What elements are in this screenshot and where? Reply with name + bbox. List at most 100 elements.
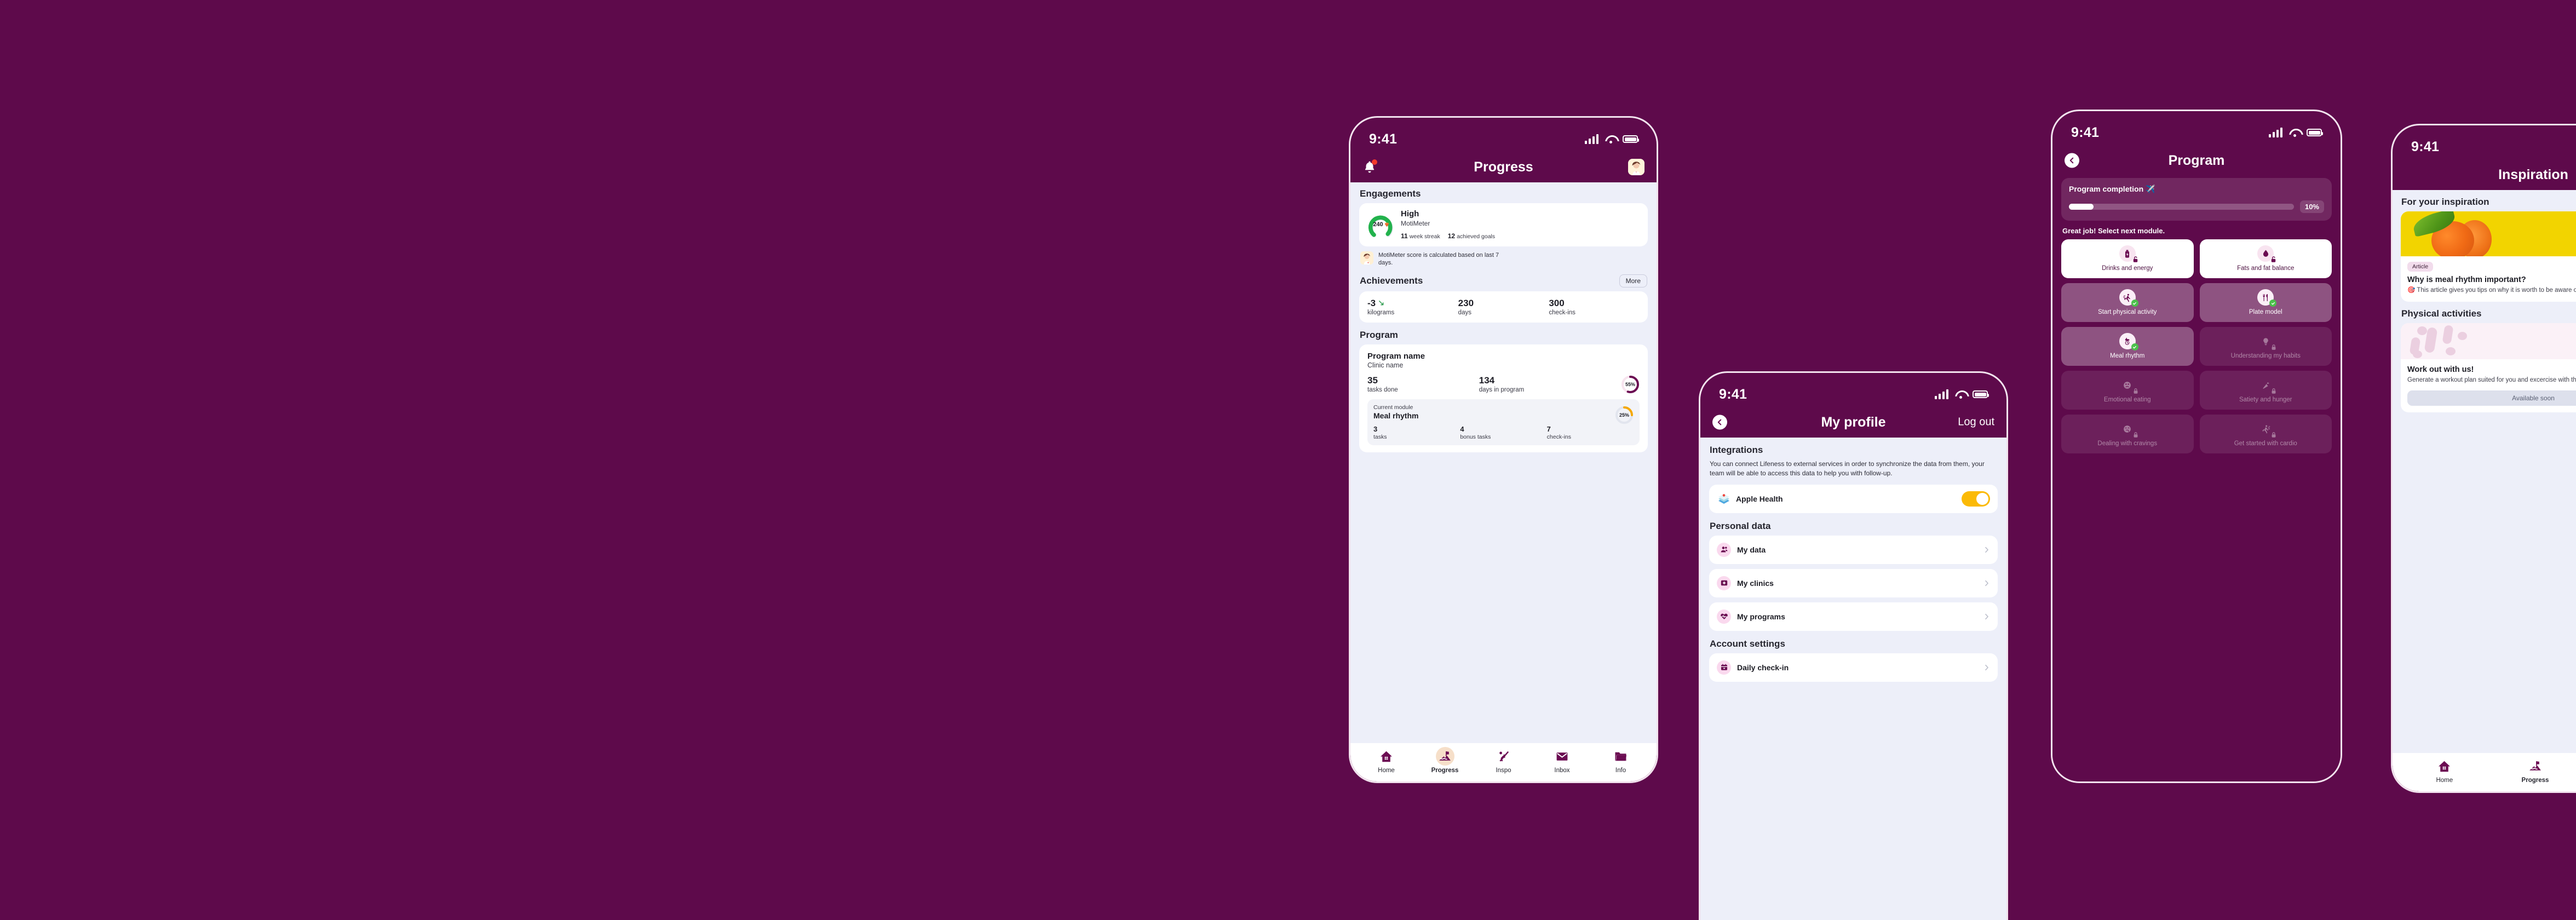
module-card-satiety-and-hunger[interactable]: Satiety and hunger (2199, 371, 2332, 410)
fat-drop-icon (2256, 245, 2276, 262)
list-item-my-data[interactable]: My data (1709, 535, 1998, 564)
battery-icon (1623, 135, 1639, 143)
program-completion-card: Program completion ✈️ 10% (2061, 178, 2332, 221)
tab-inspo[interactable]: Inspo (1474, 748, 1533, 774)
status-bar: 9:41 (2393, 125, 2576, 159)
module-card-plate-model[interactable]: Plate model (2199, 283, 2332, 323)
status-time: 9:41 (2411, 139, 2440, 154)
current-module-box: Current module Meal rhythm 25% 3 tasks 4… (1367, 399, 1640, 445)
achievements-card: -3 kilograms 230 days 300 check-ins (1359, 291, 1648, 323)
module-prompt: Great job! Select next module. (2062, 227, 2165, 235)
article-title: Why is meal rhythm important? (2407, 275, 2526, 284)
list-item-label: Daily check-in (1737, 663, 1789, 672)
sad-face-icon (2118, 377, 2138, 394)
tab-home[interactable]: Home (1357, 748, 1416, 774)
completion-label: Program completion ✈️ (2069, 185, 2155, 193)
envelope-icon (1553, 748, 1572, 764)
program-card[interactable]: Program name Clinic name 35 tasks done 1… (1359, 344, 1648, 452)
available-soon-button: Available soon (2407, 390, 2576, 406)
back-button[interactable] (2065, 153, 2079, 168)
mountain-flag-icon (2526, 758, 2544, 774)
achievement-kilograms: -3 kilograms (1367, 297, 1395, 316)
tab-inbox[interactable]: Inbox (1533, 748, 1591, 774)
logout-button[interactable]: Log out (1958, 416, 1994, 429)
progress-tabbar: Home Progress Inspo Inbox Info (1350, 743, 1657, 781)
gem-icon (1384, 222, 1389, 227)
progress-content: Engagements 240 High MotiMeter 11 week s… (1350, 182, 1657, 743)
status-bar: 9:41 (1350, 118, 1657, 152)
module-stat-bonus: 4 bonus tasks (1460, 424, 1491, 440)
stat-achieved-goals: 12 achieved goals (1447, 232, 1496, 240)
battery-icon (1973, 390, 1989, 398)
battery-icon (2307, 129, 2323, 136)
carrot-icon (2256, 377, 2276, 394)
achievement-checkins: 300 check-ins (1549, 297, 1576, 316)
list-item-my-programs[interactable]: My programs (1709, 602, 1998, 631)
chevron-left-icon (2065, 153, 2079, 168)
module-card-understanding-my-habits[interactable]: Understanding my habits (2199, 327, 2332, 366)
program-stat-tasks-done: 35 tasks done (1367, 375, 1398, 394)
account-settings-heading: Account settings (1710, 638, 1785, 649)
apple-health-toggle[interactable] (1962, 491, 1990, 507)
tab-progress[interactable]: Progress (2490, 758, 2576, 784)
for-your-inspiration-heading: For your inspiration (2401, 197, 2489, 207)
program-stat-days: 134 days in program (1479, 375, 1525, 394)
article-tag: Article (2407, 262, 2434, 272)
integrations-heading: Integrations (1710, 445, 1763, 455)
wifi-icon (1954, 390, 1967, 399)
check-icon (2269, 300, 2277, 307)
integration-row-apple-health[interactable]: Apple Health (1709, 484, 1998, 513)
peach-photo (2401, 211, 2576, 256)
chevron-right-icon (1985, 613, 1988, 619)
list-item-label: My programs (1737, 612, 1785, 621)
clinic-name: Clinic name (1367, 361, 1404, 369)
lock-icon (2272, 432, 2276, 438)
lock-icon (2134, 432, 2138, 438)
list-item-label: My data (1737, 545, 1766, 554)
module-card-dealing-with-cravings[interactable]: Dealing with cravings (2061, 415, 2194, 454)
chevron-left-icon (1712, 415, 1727, 430)
module-card-meal-rhythm[interactable]: Meal rhythm (2061, 327, 2194, 366)
people-icon (1717, 542, 1731, 557)
tab-info[interactable]: Info (1591, 748, 1650, 774)
module-card-emotional-eating[interactable]: Emotional eating (2061, 371, 2194, 410)
module-card-drinks-and-energy[interactable]: Drinks and energy (2061, 239, 2194, 279)
module-card-get-started-with-cardio[interactable]: Get started with cardio (2199, 415, 2332, 454)
lock-icon (2134, 388, 2138, 394)
home-icon (1377, 748, 1396, 764)
program-navbar: Program (2052, 145, 2341, 176)
achievements-more-button[interactable]: More (1619, 274, 1647, 288)
inspiration-content: For your inspiration Article Why is meal… (2393, 190, 2576, 753)
article-body: 🎯 This article gives you tips on why it … (2407, 287, 2576, 294)
phone-profile: 9:41 My profile Log out Integrations You… (1699, 371, 2008, 920)
motimeter-gauge: 240 (1367, 210, 1395, 239)
notifications-button[interactable] (1362, 159, 1377, 174)
engagement-meter-name: MotiMeter (1401, 219, 1430, 227)
tab-home[interactable]: Home (2399, 758, 2490, 784)
article-card[interactable]: Article Why is meal rhythm important? 🎯 … (2401, 211, 2576, 302)
progress-navbar: Progress (1350, 152, 1657, 182)
page-title: Inspiration (2498, 166, 2568, 182)
module-card-start-physical-activity[interactable]: Start physical activity (2061, 283, 2194, 323)
runner-icon (2118, 289, 2138, 307)
tab-progress[interactable]: Progress (1416, 747, 1474, 774)
achievements-heading: Achievements (1360, 275, 1423, 286)
page-title: Progress (1474, 159, 1533, 175)
workout-card[interactable]: Work out with us! Generate a workout pla… (2401, 323, 2576, 412)
list-item-my-clinics[interactable]: My clinics (1709, 568, 1998, 597)
stat-week-streak: 11 week streak (1401, 232, 1440, 240)
workout-title: Work out with us! (2407, 365, 2474, 374)
wifi-icon (1605, 135, 1617, 143)
module-card-fats-and-fat-balance[interactable]: Fats and fat balance (2199, 239, 2332, 279)
coach-avatar (1360, 251, 1373, 264)
status-time: 9:41 (2071, 124, 2100, 140)
list-item-daily-check-in[interactable]: Daily check-in (1709, 653, 1998, 682)
engagement-level: High (1401, 209, 1419, 219)
profile-avatar-button[interactable] (1628, 159, 1645, 175)
heart-pulse-icon (1717, 609, 1731, 624)
inspiration-navbar: Inspiration (2393, 159, 2576, 190)
program-completion-donut: 55% (1621, 375, 1640, 394)
poster-canvas: 9:41 Progress Engagements 240 High MotiM… (0, 0, 2576, 920)
back-button[interactable] (1712, 415, 1727, 430)
motimeter-card[interactable]: 240 High MotiMeter 11 week streak 12 ach… (1359, 203, 1648, 246)
